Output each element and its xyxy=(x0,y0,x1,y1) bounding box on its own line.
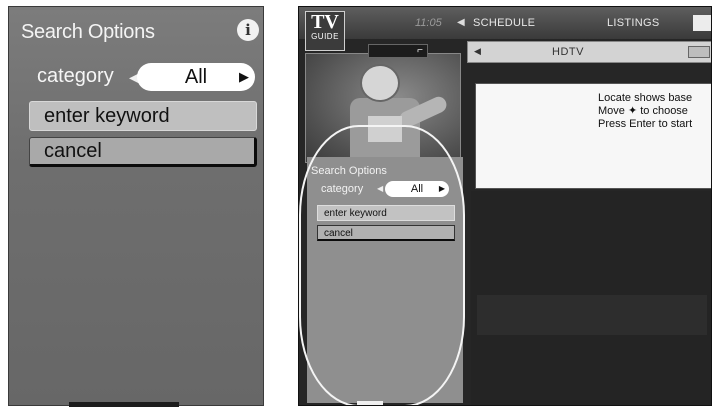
help-line: Press Enter to start xyxy=(598,118,693,130)
enter-keyword-button[interactable]: enter keyword xyxy=(29,101,257,131)
top-nav-bar: 11:05 ◀ SCHEDULE LISTINGS xyxy=(299,7,711,39)
category-selector[interactable]: All ▶ xyxy=(385,181,449,197)
chevron-right-icon[interactable]: ▶ xyxy=(439,181,445,197)
help-text: Locate shows base Move ✦ to choose Press… xyxy=(598,92,692,131)
logo-tv-text: TV xyxy=(311,11,339,33)
search-options-panel-zoomed: Search Options i category ◀ All ▶ enter … xyxy=(8,6,264,407)
enter-keyword-button[interactable]: enter keyword xyxy=(317,205,455,221)
nav-listings[interactable]: LISTINGS xyxy=(607,17,660,29)
chevron-left-icon[interactable]: ◀ xyxy=(377,184,383,193)
panel-bottom-edge xyxy=(69,402,179,407)
category-label: category xyxy=(321,183,364,195)
player-helmet xyxy=(360,64,400,102)
nav-schedule[interactable]: SCHEDULE xyxy=(473,17,535,29)
clock: 11:05 xyxy=(415,17,442,29)
video-preview: ⌐ xyxy=(305,44,461,163)
category-value: All xyxy=(410,183,424,195)
category-selector[interactable]: All ▶ xyxy=(137,63,255,91)
channel-bar-box xyxy=(688,46,710,58)
category-label: category xyxy=(37,65,114,87)
cancel-button[interactable]: cancel xyxy=(29,137,257,167)
channel-label: HDTV xyxy=(552,46,584,58)
tv-guide-logo: TV GUIDE xyxy=(305,11,345,51)
help-line: Locate shows base xyxy=(598,92,693,104)
search-options-panel: Search Options category ◀ All ▶ enter ke… xyxy=(307,157,463,403)
channel-bar[interactable]: ◀ HDTV xyxy=(467,41,711,63)
chevron-left-icon[interactable]: ◀ xyxy=(474,46,481,57)
help-line: Move ✦ to choose xyxy=(598,105,688,117)
nav-extra-tab[interactable] xyxy=(693,15,711,31)
player-jersey xyxy=(368,116,402,142)
chevron-right-icon[interactable]: ▶ xyxy=(239,69,249,85)
screen-bottom-mark xyxy=(357,401,383,405)
help-info-box: Locate shows base Move ✦ to choose Press… xyxy=(475,83,711,189)
info-icon[interactable]: i xyxy=(237,19,259,41)
cancel-button[interactable]: cancel xyxy=(317,225,455,241)
tv-guide-screen: 11:05 ◀ SCHEDULE LISTINGS TV GUIDE ⌐ ◀ H… xyxy=(298,6,712,406)
search-options-title: Search Options xyxy=(21,21,155,43)
listings-area xyxy=(471,191,711,405)
category-value: All xyxy=(184,65,208,88)
logo-guide-text: GUIDE xyxy=(311,32,339,41)
chevron-left-icon[interactable]: ◀ xyxy=(457,17,465,28)
preview-tab-icon: ⌐ xyxy=(368,44,428,58)
listing-strip xyxy=(477,295,707,335)
search-options-title: Search Options xyxy=(311,165,387,177)
